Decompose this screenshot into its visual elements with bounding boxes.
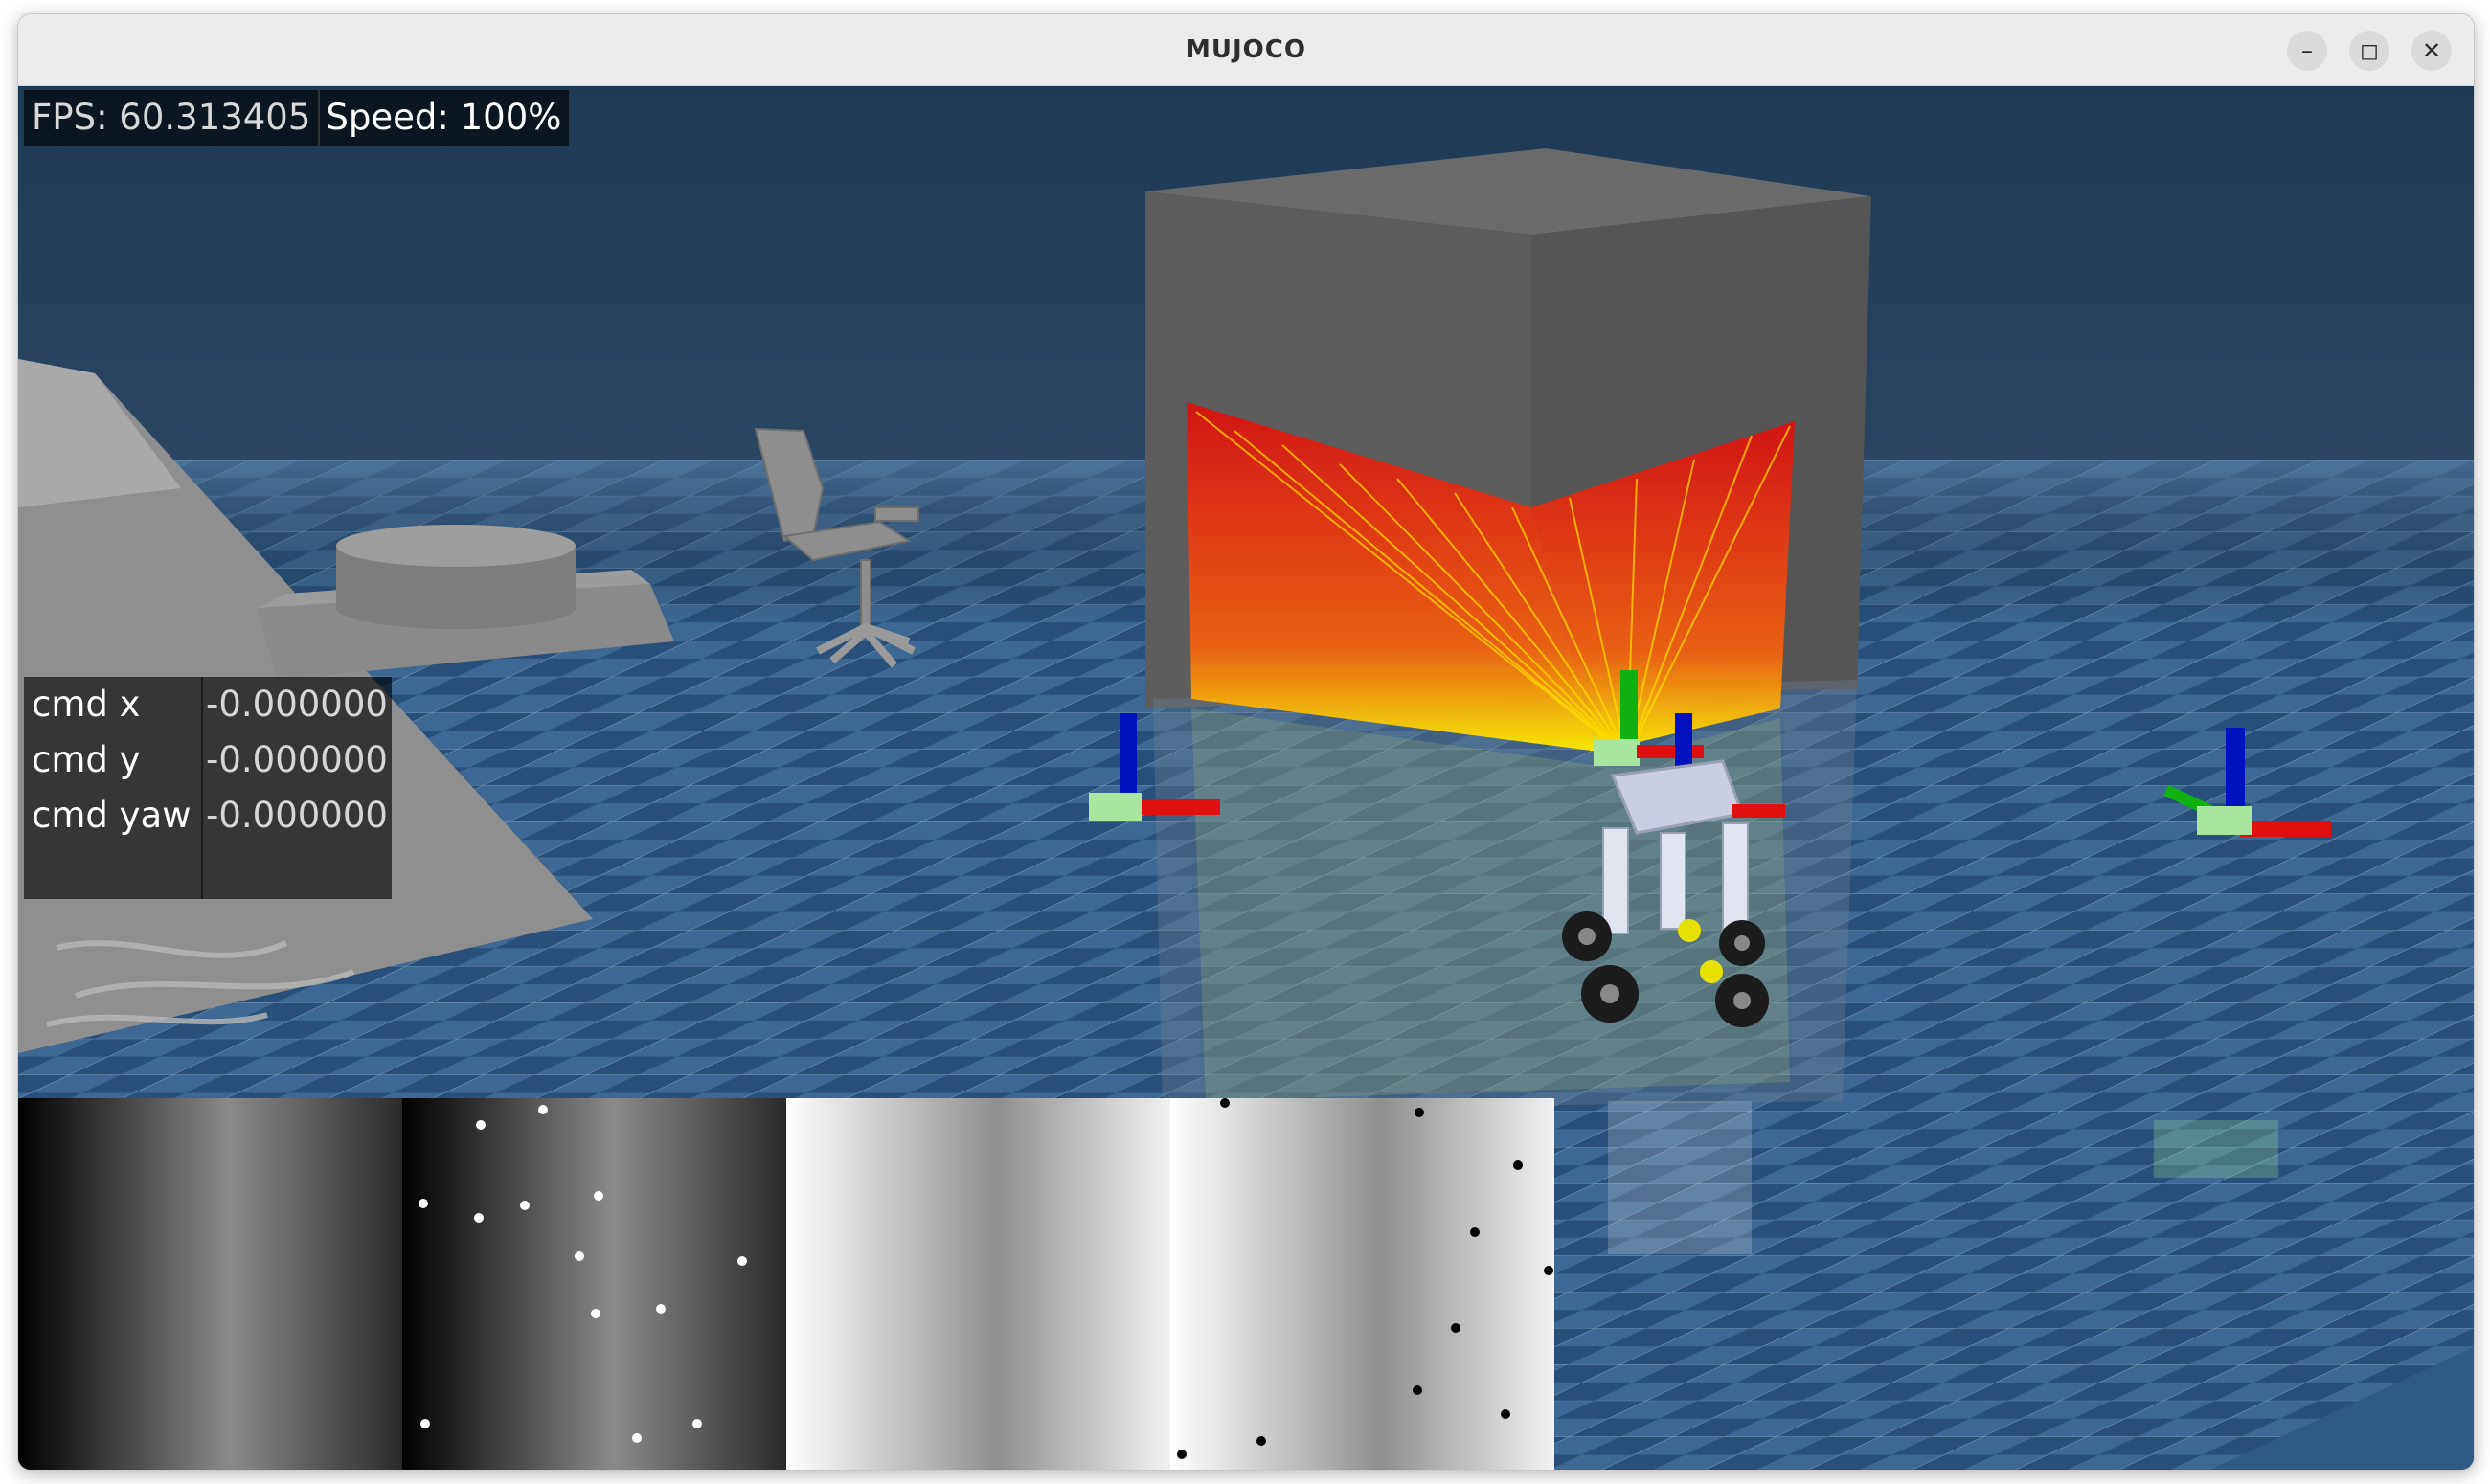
title-bar[interactable]: MUJOCO – ◻ ✕ — [18, 14, 2474, 86]
cmd-y-value: -0.000000 — [206, 739, 388, 780]
fps-overlay: FPS: 60.313405 Speed: 100% — [24, 90, 570, 146]
cmd-y-label: cmd y — [32, 739, 141, 780]
cmd-x-label: cmd x — [32, 684, 141, 725]
simulation-viewport[interactable]: FPS: 60.313405 Speed: 100% cmd x -0.0000… — [18, 86, 2474, 1470]
cmd-row-y: cmd y -0.000000 — [24, 732, 392, 788]
depth-camera-2 — [402, 1098, 786, 1470]
close-button[interactable]: ✕ — [2411, 31, 2452, 71]
cmd-yaw-value: -0.000000 — [206, 795, 388, 836]
cmd-row-x: cmd x -0.000000 — [24, 677, 392, 732]
mujoco-window: MUJOCO – ◻ ✕ FPS: 60.313405 Speed: 100% … — [17, 13, 2475, 1471]
window-title: MUJOCO — [1186, 35, 1306, 64]
fps-readout: FPS: 60.313405 — [32, 97, 311, 138]
command-overlay: cmd x -0.000000 cmd y -0.000000 cmd yaw … — [24, 677, 392, 899]
depth-camera-4 — [1170, 1098, 1554, 1470]
cmd-row-yaw: cmd yaw -0.000000 — [24, 788, 392, 843]
cmd-yaw-label: cmd yaw — [32, 795, 192, 836]
minimize-button[interactable]: – — [2287, 31, 2327, 71]
depth-camera-3 — [786, 1098, 1170, 1470]
maximize-button[interactable]: ◻ — [2349, 31, 2389, 71]
depth-camera-1 — [18, 1098, 402, 1470]
speed-readout: Speed: 100% — [318, 90, 561, 146]
depth-camera-strip — [18, 1098, 1554, 1470]
cmd-x-value: -0.000000 — [206, 684, 388, 725]
